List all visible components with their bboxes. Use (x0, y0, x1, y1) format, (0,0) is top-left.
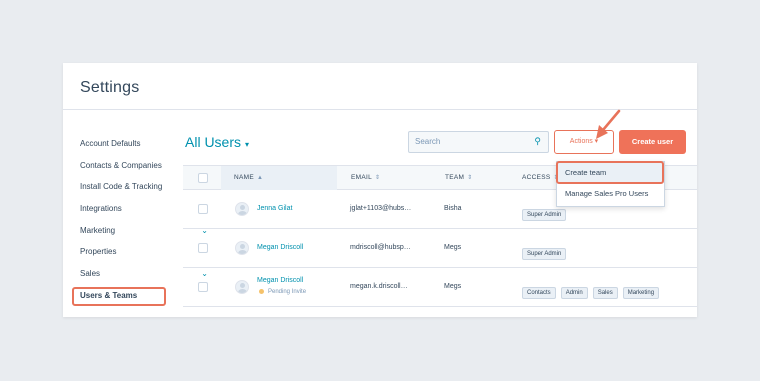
access-tag: Sales (592, 287, 618, 299)
search-icon[interactable]: ⚲ (534, 136, 541, 147)
row-checkbox[interactable] (198, 204, 208, 214)
access-tag: Contacts (522, 287, 556, 299)
user-team: Megs (444, 283, 462, 290)
user-team: Bisha (444, 205, 462, 212)
menu-item-manage-sales-pro-users[interactable]: Manage Sales Pro Users (557, 183, 664, 204)
highlight-box (72, 286, 166, 306)
access-tag: Super Admin (522, 209, 567, 221)
sidebar-item-label: Account Defaults (80, 139, 141, 148)
row-checkbox[interactable] (198, 243, 208, 253)
avatar (235, 241, 249, 255)
search-input[interactable]: Search ⚲ (408, 131, 549, 153)
user-name-link[interactable]: Megan Driscoll (257, 244, 303, 251)
row-checkbox[interactable] (198, 282, 208, 292)
sort-icon: ⇕ (375, 175, 381, 181)
sort-asc-icon: ▲ (256, 175, 264, 181)
search-placeholder: Search (415, 137, 441, 146)
access-tag: Super Admin (522, 248, 567, 260)
user-name-link[interactable]: Jenna Gilat (257, 205, 292, 212)
access-tags: Contacts Admin Sales Marketing (522, 281, 664, 299)
column-header-email[interactable]: EMAIL ⇕ (351, 174, 380, 181)
user-team: Megs (444, 244, 462, 251)
user-name-link[interactable]: Megan Driscoll (257, 277, 303, 284)
page-title: Settings (80, 79, 140, 96)
column-header-access[interactable]: ACCESS⇕ (522, 174, 559, 181)
sidebar-item-label: Integrations (80, 204, 122, 214)
access-tags: Super Admin (522, 242, 571, 260)
annotation-arrow-icon (596, 109, 621, 139)
all-users-dropdown[interactable]: All Users ▾ (185, 134, 249, 150)
pending-invite-status: Pending Invite (259, 289, 306, 295)
column-header-team[interactable]: TEAM ⇕ (445, 174, 473, 181)
avatar (235, 280, 249, 294)
menu-item-create-team[interactable]: Create team (556, 161, 664, 184)
column-header-name[interactable]: NAME ▲ (234, 174, 263, 181)
sidebar-item-label: Install Code & Tracking (80, 182, 163, 192)
table-row[interactable]: Megan Driscoll Pending Invite megan.k.dr… (183, 268, 697, 307)
caret-down-icon: ▾ (245, 140, 250, 149)
user-email: mdriscoll@hubsp… (350, 244, 411, 251)
table-row[interactable]: Megan Driscoll mdriscoll@hubsp… Megs Sup… (183, 229, 697, 268)
actions-dropdown-menu: Create team Manage Sales Pro Users (556, 161, 665, 207)
access-tag: Admin (560, 287, 588, 299)
pending-dot-icon (259, 289, 264, 294)
highlight-box (556, 161, 664, 184)
select-all-checkbox[interactable] (198, 173, 208, 183)
user-email: megan.k.driscoll… (350, 283, 408, 290)
view-title: All Users (185, 134, 242, 150)
sidebar-item-label: Sales (80, 269, 101, 279)
sort-icon: ⇕ (467, 175, 473, 181)
avatar (235, 202, 249, 216)
access-tag: Marketing (622, 287, 660, 299)
create-user-button[interactable]: Create user (619, 130, 686, 154)
sidebar-item-label: Properties (80, 247, 117, 257)
sidebar-item-label: Contacts & Companies (80, 160, 162, 170)
sidebar-item-label: Marketing (80, 225, 116, 235)
user-email: jglat+1103@hubs… (350, 205, 412, 212)
